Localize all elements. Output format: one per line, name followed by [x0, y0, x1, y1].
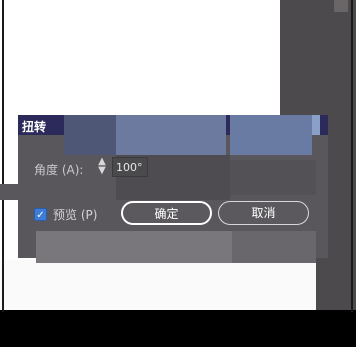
dialog-titlebar[interactable]: 扭转 [18, 115, 328, 155]
panel-tab [334, 0, 348, 12]
ok-button[interactable]: 确定 [121, 201, 212, 225]
dialog-title: 扭转 [22, 120, 47, 134]
titlebar-blur [116, 115, 226, 155]
angle-stepper[interactable]: ▲ ▼ [95, 157, 109, 179]
preview-option[interactable]: ✓ 预览 (P) [34, 205, 97, 223]
frame-border-left [2, 0, 4, 312]
titlebar-blur [230, 115, 312, 155]
preview-label[interactable]: 预览 (P) [53, 206, 97, 223]
dialog-lower-blur [232, 231, 316, 263]
angle-input[interactable]: 100° [112, 157, 148, 177]
dialog-shadow-band [0, 184, 116, 200]
titlebar-blur [312, 115, 320, 135]
dialog-lower-blur [36, 231, 232, 263]
dialog-shade [230, 160, 316, 195]
frame-border-right [351, 0, 353, 312]
canvas-bottom [0, 260, 316, 310]
cancel-button[interactable]: 取消 [218, 201, 309, 225]
bottom-bar [0, 310, 356, 347]
angle-label: 角度 (A): [34, 163, 84, 177]
preview-checkbox[interactable]: ✓ [34, 207, 47, 221]
workspace-panel [280, 0, 356, 115]
chevron-down-icon[interactable]: ▼ [95, 166, 109, 176]
